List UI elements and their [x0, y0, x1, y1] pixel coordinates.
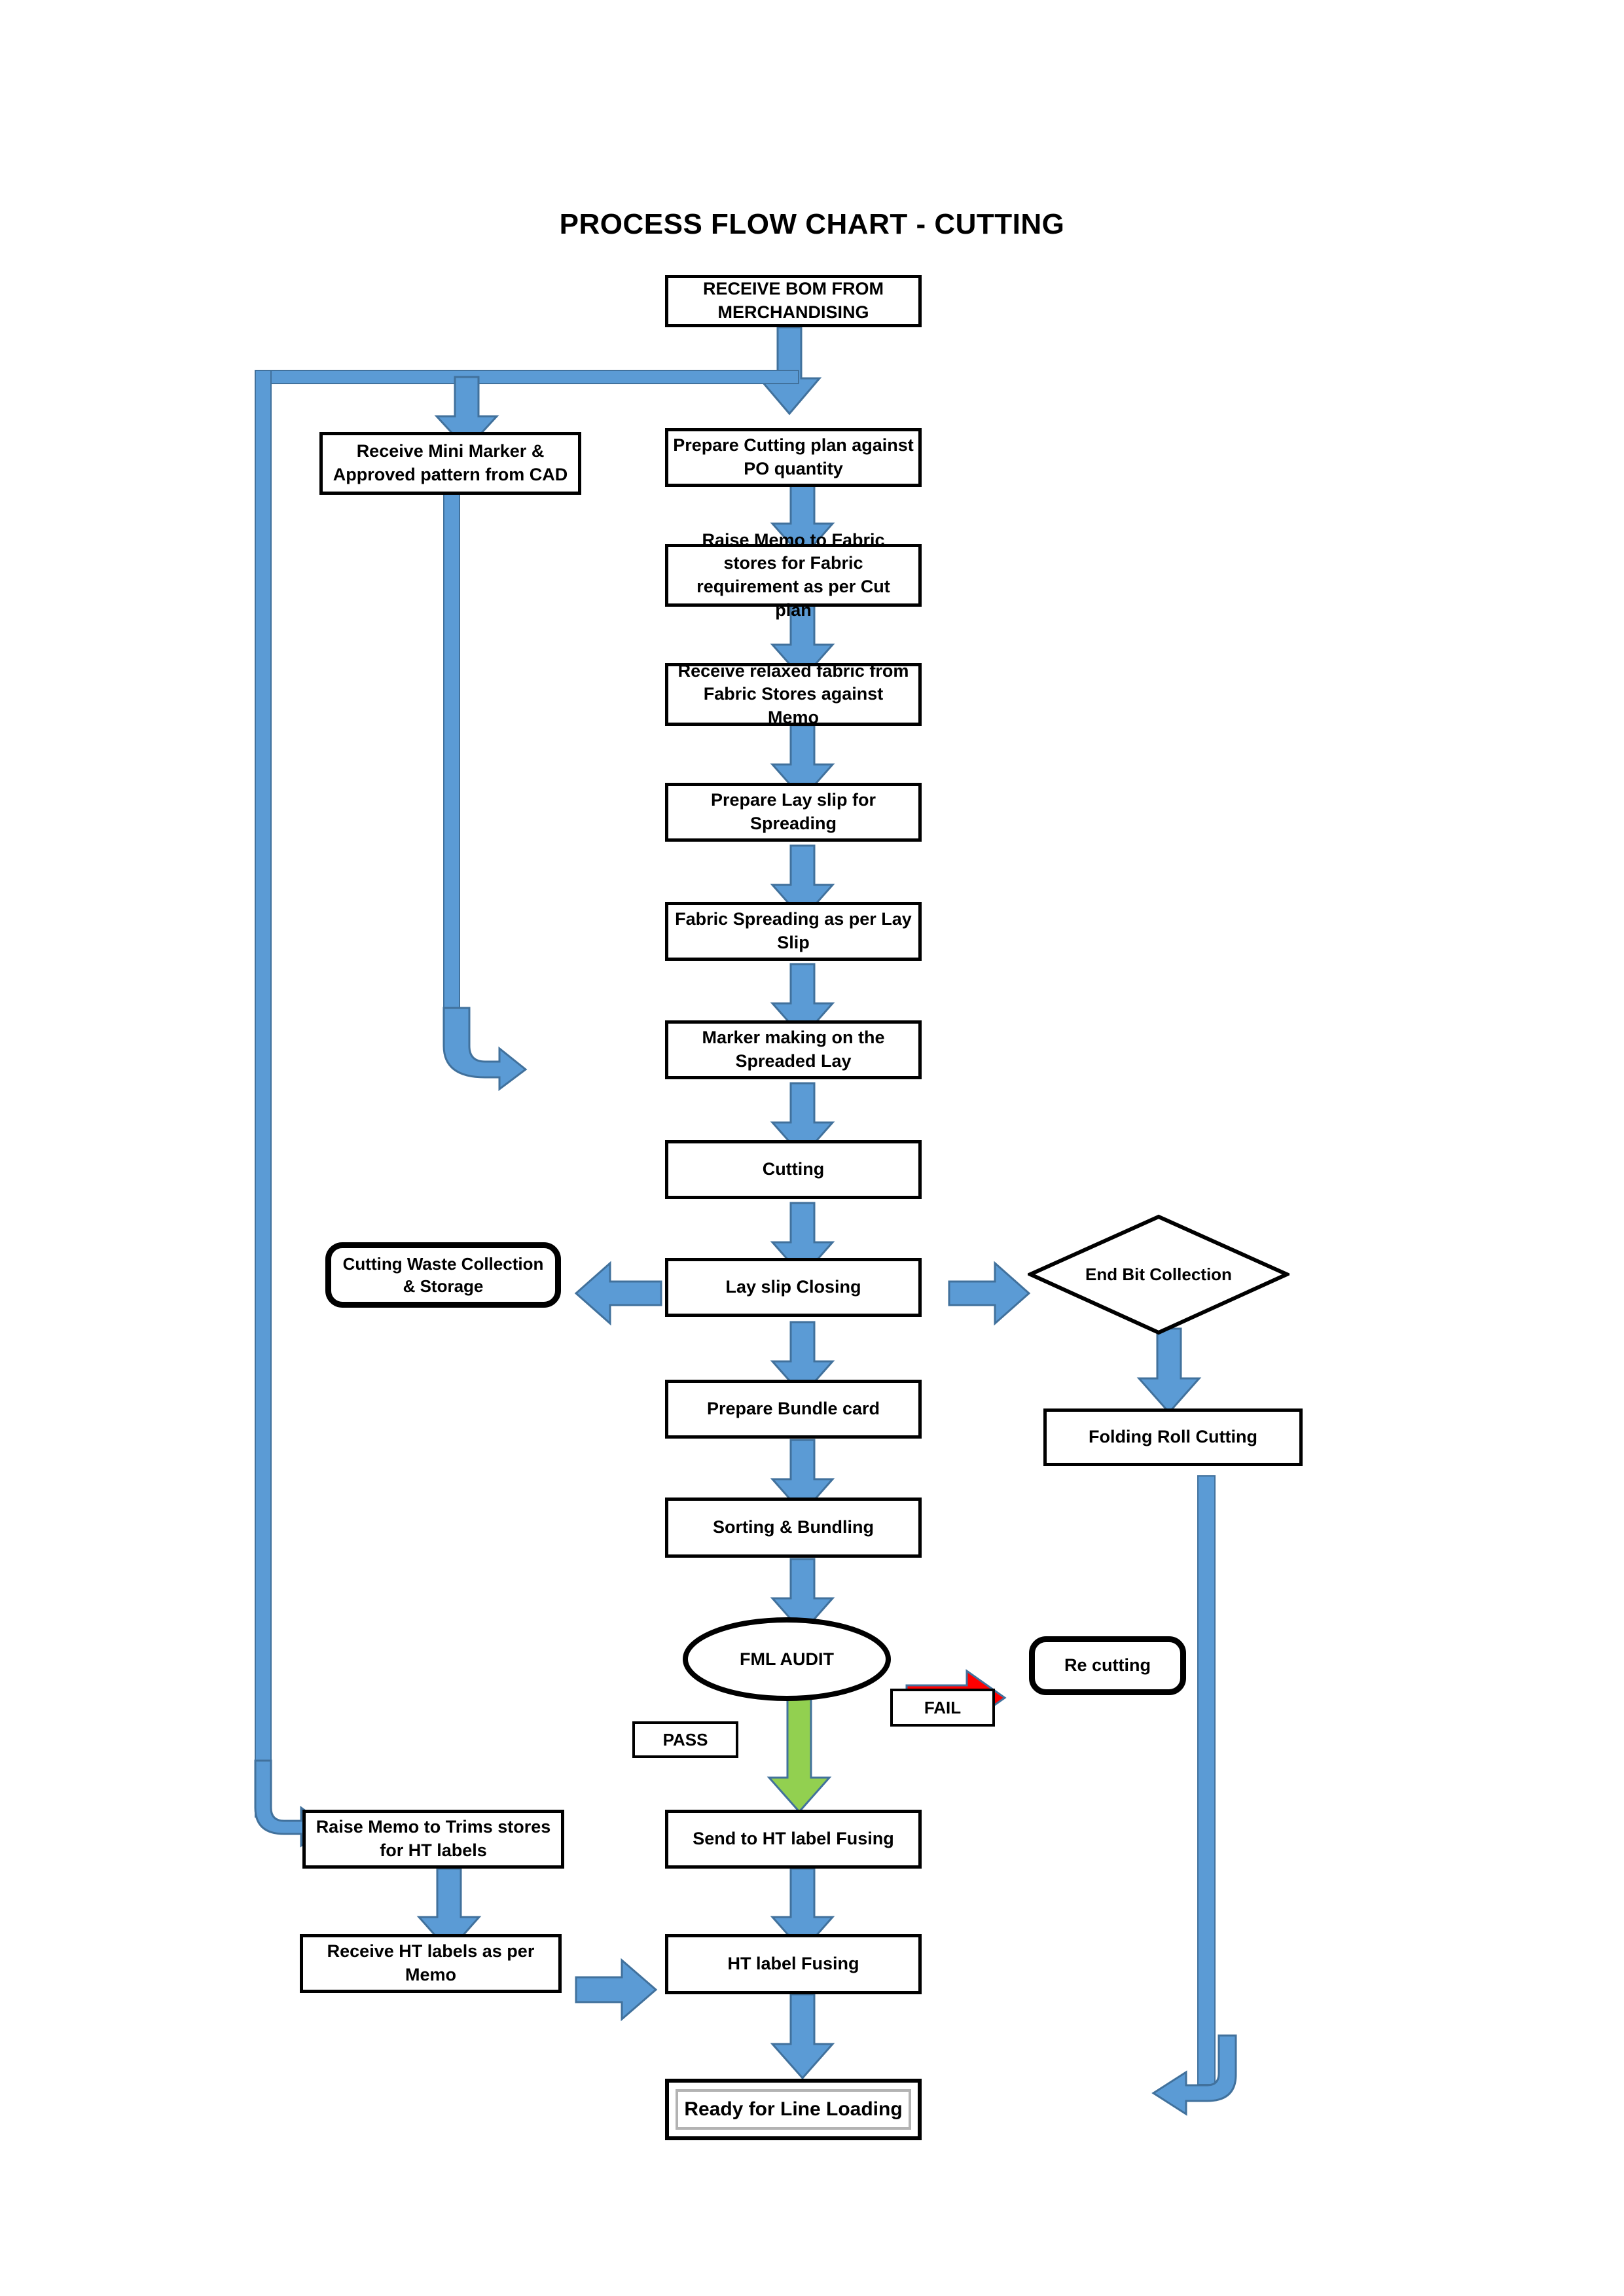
arrow-receive-labels-to-ht-fusing — [575, 1958, 658, 2022]
label-pass-text: PASS — [662, 1729, 708, 1749]
connector-left-vertical-rail — [255, 370, 272, 1818]
node-re-cutting-label: Re cutting — [1064, 1655, 1151, 1676]
node-raise-memo-fabric-label: Raise Memo to Fabric stores for Fabric r… — [696, 529, 890, 620]
node-sorting-bundling-label: Sorting & Bundling — [713, 1517, 874, 1537]
node-fml-audit[interactable]: FML AUDIT — [682, 1617, 892, 1702]
node-receive-mini-marker[interactable]: Receive Mini Marker & Approved pattern f… — [319, 432, 581, 495]
node-send-to-ht-fusing-label: Send to HT label Fusing — [693, 1829, 894, 1849]
page-title: PROCESS FLOW CHART - CUTTING — [559, 208, 1065, 240]
node-ht-label-fusing[interactable]: HT label Fusing — [665, 1934, 922, 1994]
node-re-cutting[interactable]: Re cutting — [1029, 1636, 1186, 1695]
node-prepare-cutting-plan[interactable]: Prepare Cutting plan against PO quantity — [665, 428, 922, 487]
node-receive-bom-label: RECEIVE BOM FROM MERCHANDISING — [702, 279, 884, 322]
node-receive-ht-labels-label: Receive HT labels as per Memo — [327, 1941, 535, 1984]
node-end-bit-collection[interactable]: End Bit Collection — [1028, 1214, 1290, 1335]
node-receive-relaxed-fabric-label: Receive relaxed fabric from Fabric Store… — [677, 660, 909, 727]
node-cutting-label: Cutting — [762, 1159, 825, 1179]
node-send-to-ht-fusing[interactable]: Send to HT label Fusing — [665, 1810, 922, 1869]
node-raise-memo-trims-label: Raise Memo to Trims stores for HT labels — [316, 1817, 551, 1860]
node-prepare-lay-slip[interactable]: Prepare Lay slip for Spreading — [665, 783, 922, 842]
node-prepare-bundle-card-label: Prepare Bundle card — [706, 1399, 880, 1419]
node-folding-roll-cutting[interactable]: Folding Roll Cutting — [1043, 1408, 1303, 1466]
node-cutting-waste[interactable]: Cutting Waste Collection & Storage — [325, 1242, 561, 1308]
node-raise-memo-fabric[interactable]: Raise Memo to Fabric stores for Fabric r… — [665, 530, 922, 620]
node-ready-for-line-loading-label: Ready for Line Loading — [684, 2098, 903, 2121]
connector-bom-to-mini-marker-trims — [255, 370, 799, 384]
node-raise-memo-trims[interactable]: Raise Memo to Trims stores for HT labels — [302, 1810, 564, 1869]
node-ht-label-fusing-label: HT label Fusing — [727, 1954, 859, 1974]
arrow-lay-slip-to-end-bit — [948, 1261, 1031, 1326]
node-sorting-bundling[interactable]: Sorting & Bundling — [665, 1498, 922, 1558]
node-fabric-spreading[interactable]: Fabric Spreading as per Lay Slip — [665, 902, 922, 961]
label-fail-text: FAIL — [924, 1697, 962, 1717]
node-folding-roll-cutting-label: Folding Roll Cutting — [1089, 1427, 1257, 1447]
node-prepare-lay-slip-label: Prepare Lay slip for Spreading — [710, 790, 876, 833]
label-pass: PASS — [632, 1721, 738, 1758]
node-marker-making[interactable]: Marker making on the Spreaded Lay — [665, 1020, 922, 1079]
node-receive-mini-marker-label: Receive Mini Marker & Approved pattern f… — [333, 441, 568, 484]
arrow-ht-fusing-to-ready — [770, 1993, 835, 2080]
node-cutting[interactable]: Cutting — [665, 1140, 922, 1199]
node-lay-slip-closing-label: Lay slip Closing — [725, 1277, 861, 1297]
arrow-lay-slip-to-cutting-waste — [574, 1261, 662, 1326]
node-ready-for-line-loading-inner: Ready for Line Loading — [676, 2089, 911, 2130]
node-fabric-spreading-label: Fabric Spreading as per Lay Slip — [675, 909, 912, 952]
node-cutting-waste-label: Cutting Waste Collection & Storage — [342, 1253, 544, 1296]
connector-folding-roll-vertical — [1197, 1475, 1216, 2085]
label-fail: FAIL — [890, 1689, 995, 1727]
arrow-end-bit-to-folding-roll — [1136, 1327, 1202, 1414]
connector-mini-marker-down — [443, 493, 460, 1025]
arrow-folding-roll-elbow-left — [1139, 2034, 1237, 2127]
arrow-mini-marker-elbow-right — [434, 1007, 528, 1093]
flowchart-canvas: PROCESS FLOW CHART - CUTTING RECEIVE BOM… — [0, 0, 1624, 2296]
node-receive-ht-labels[interactable]: Receive HT labels as per Memo — [300, 1934, 562, 1993]
node-prepare-bundle-card[interactable]: Prepare Bundle card — [665, 1380, 922, 1439]
node-lay-slip-closing[interactable]: Lay slip Closing — [665, 1258, 922, 1317]
node-marker-making-label: Marker making on the Spreaded Lay — [702, 1028, 885, 1071]
node-receive-relaxed-fabric[interactable]: Receive relaxed fabric from Fabric Store… — [665, 661, 922, 727]
arrow-fml-audit-pass-to-ht-fusing — [767, 1693, 832, 1814]
node-receive-bom[interactable]: RECEIVE BOM FROM MERCHANDISING — [665, 275, 922, 327]
node-prepare-cutting-plan-label: Prepare Cutting plan against PO quantity — [673, 435, 914, 478]
node-ready-for-line-loading[interactable]: Ready for Line Loading — [665, 2079, 922, 2140]
